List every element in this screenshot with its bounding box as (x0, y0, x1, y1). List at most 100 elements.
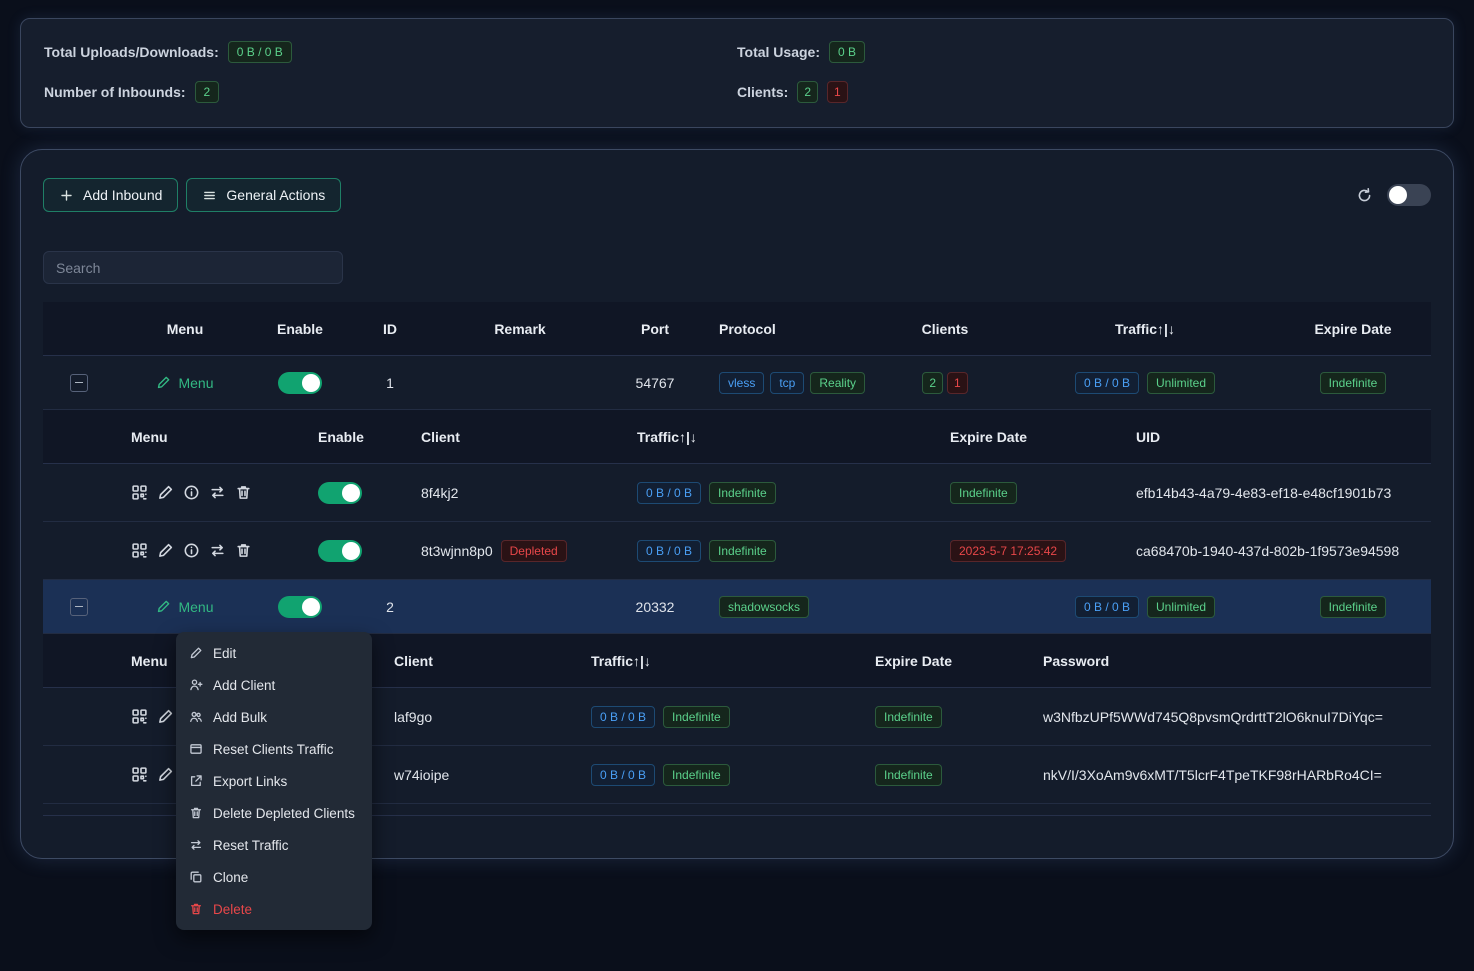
general-actions-button[interactable]: General Actions (186, 178, 341, 212)
collapse-row-button[interactable] (70, 374, 88, 392)
client-info-button[interactable] (183, 542, 200, 559)
add-inbound-label: Add Inbound (83, 187, 162, 203)
header-remark: Remark (435, 321, 605, 337)
header-port: Port (605, 321, 705, 337)
client-traffic: 0 B / 0 B Indefinite (637, 540, 950, 562)
client-name: w74ioipe (394, 767, 449, 783)
info-icon (183, 542, 200, 559)
card-icon (189, 742, 203, 756)
edit-client-button[interactable] (157, 484, 174, 501)
info-icon (183, 484, 200, 501)
search-input[interactable] (43, 251, 343, 284)
menu-item-delete-depleted-clients[interactable]: Delete Depleted Clients (176, 797, 372, 829)
traffic-limit-badge: Indefinite (709, 482, 776, 504)
edit-client-button[interactable] (157, 708, 174, 725)
menu-item-label: Edit (213, 646, 236, 661)
pencil-icon (156, 375, 171, 390)
client-info-button[interactable] (183, 484, 200, 501)
client-enable-toggle[interactable] (318, 482, 362, 504)
stat-usage-value: 0 B (829, 41, 865, 63)
trash-icon (189, 806, 203, 820)
add-inbound-button[interactable]: Add Inbound (43, 178, 178, 212)
client-uid: efb14b43-4a79-4e83-ef18-e48cf1901b73 (1136, 485, 1431, 501)
client-uid: ca68470b-1940-437d-802b-1f9573e94598 (1136, 543, 1431, 559)
header-clients: Clients (875, 321, 1015, 337)
menu-item-reset-clients-traffic[interactable]: Reset Clients Traffic (176, 733, 372, 765)
sub-header-client: Client (394, 653, 591, 669)
protocol-tag-tcp: tcp (770, 372, 804, 394)
users-icon (189, 710, 203, 724)
refresh-icon[interactable] (1356, 187, 1373, 204)
client-name: laf9go (394, 709, 432, 725)
client-expire: Indefinite (950, 482, 1136, 504)
menu-item-add-client[interactable]: Add Client (176, 669, 372, 701)
inbound-1-protocols: vless tcp Reality (705, 372, 875, 394)
menu-item-label: Add Bulk (213, 710, 267, 725)
header-menu: Menu (115, 321, 255, 337)
menu-item-export-links[interactable]: Export Links (176, 765, 372, 797)
swap-arrows-icon (189, 838, 203, 852)
menu-item-edit[interactable]: Edit (176, 637, 372, 669)
client-name: 8t3wjnn8p0 (421, 543, 493, 559)
edit-client-button[interactable] (157, 542, 174, 559)
stat-inbounds-label: Number of Inbounds: (44, 84, 186, 100)
inbound-1-expire: Indefinite (1275, 372, 1431, 394)
expire-badge: Indefinite (950, 482, 1017, 504)
edit-client-button[interactable] (157, 766, 174, 783)
inbound-2-enable-toggle[interactable] (278, 596, 322, 618)
menu-item-delete[interactable]: Delete (176, 893, 372, 925)
inbound-2-expire: Indefinite (1275, 596, 1431, 618)
expire-badge: Indefinite (875, 706, 942, 728)
inbound-1-enable-toggle[interactable] (278, 372, 322, 394)
toggle-knob (302, 374, 320, 392)
inbound-2-protocols: shadowsocks (705, 596, 875, 618)
reset-client-traffic-button[interactable] (209, 484, 226, 501)
menu-item-clone[interactable]: Clone (176, 861, 372, 893)
collapse-row-button[interactable] (70, 598, 88, 616)
header-protocol: Protocol (705, 321, 875, 337)
menu-item-add-bulk[interactable]: Add Bulk (176, 701, 372, 733)
reset-client-traffic-button[interactable] (209, 542, 226, 559)
qr-code-button[interactable] (131, 484, 148, 501)
expire-badge: 2023-5-7 17:25:42 (950, 540, 1066, 562)
inbound-row-2: Menu 2 20332 shadowsocks 0 B / 0 B Unlim… (43, 580, 1431, 634)
qr-code-button[interactable] (131, 766, 148, 783)
menu-item-label: Reset Clients Traffic (213, 742, 334, 757)
inbound-2-port: 20332 (605, 599, 705, 615)
sub-header-uid: UID (1136, 429, 1431, 445)
inbound-row-1: Menu 1 54767 vless tcp Reality 2 1 0 B /… (43, 356, 1431, 410)
pencil-icon (157, 708, 174, 725)
protocol-tag-reality: Reality (810, 372, 865, 394)
stat-clients-total: 2 (797, 81, 818, 103)
inbound-context-menu: Edit Add Client Add Bulk Reset Clients T… (176, 632, 372, 930)
trash-icon (189, 902, 203, 916)
qr-code-button[interactable] (131, 708, 148, 725)
qr-code-button[interactable] (131, 542, 148, 559)
user-add-icon (189, 678, 203, 692)
traffic-value-badge: 0 B / 0 B (637, 482, 701, 504)
clients-depleted-badge: 1 (947, 372, 968, 394)
dark-mode-toggle[interactable] (1387, 184, 1431, 206)
inbound-2-menu-button[interactable]: Menu (156, 599, 213, 615)
header-enable: Enable (255, 321, 345, 337)
pencil-icon (157, 484, 174, 501)
pencil-icon (157, 542, 174, 559)
menu-item-reset-traffic[interactable]: Reset Traffic (176, 829, 372, 861)
sub-header-password: Password (1043, 653, 1431, 669)
stat-number-of-inbounds: Number of Inbounds: 2 (44, 81, 737, 103)
client-traffic: 0 B / 0 B Indefinite (637, 482, 950, 504)
minus-icon (75, 606, 83, 608)
client-enable-toggle[interactable] (318, 540, 362, 562)
menu-item-label: Delete Depleted Clients (213, 806, 355, 821)
copy-icon (189, 870, 203, 884)
inbound-1-menu-button[interactable]: Menu (156, 375, 213, 391)
toggle-knob (302, 598, 320, 616)
traffic-limit-badge: Unlimited (1147, 596, 1215, 618)
sub-header-traffic: Traffic↑|↓ (591, 653, 875, 669)
expire-badge: Indefinite (1320, 596, 1387, 618)
client-traffic: 0 B / 0 B Indefinite (591, 764, 875, 786)
delete-client-button[interactable] (235, 484, 252, 501)
delete-client-button[interactable] (235, 542, 252, 559)
traffic-limit-badge: Indefinite (709, 540, 776, 562)
swap-arrows-icon (209, 542, 226, 559)
